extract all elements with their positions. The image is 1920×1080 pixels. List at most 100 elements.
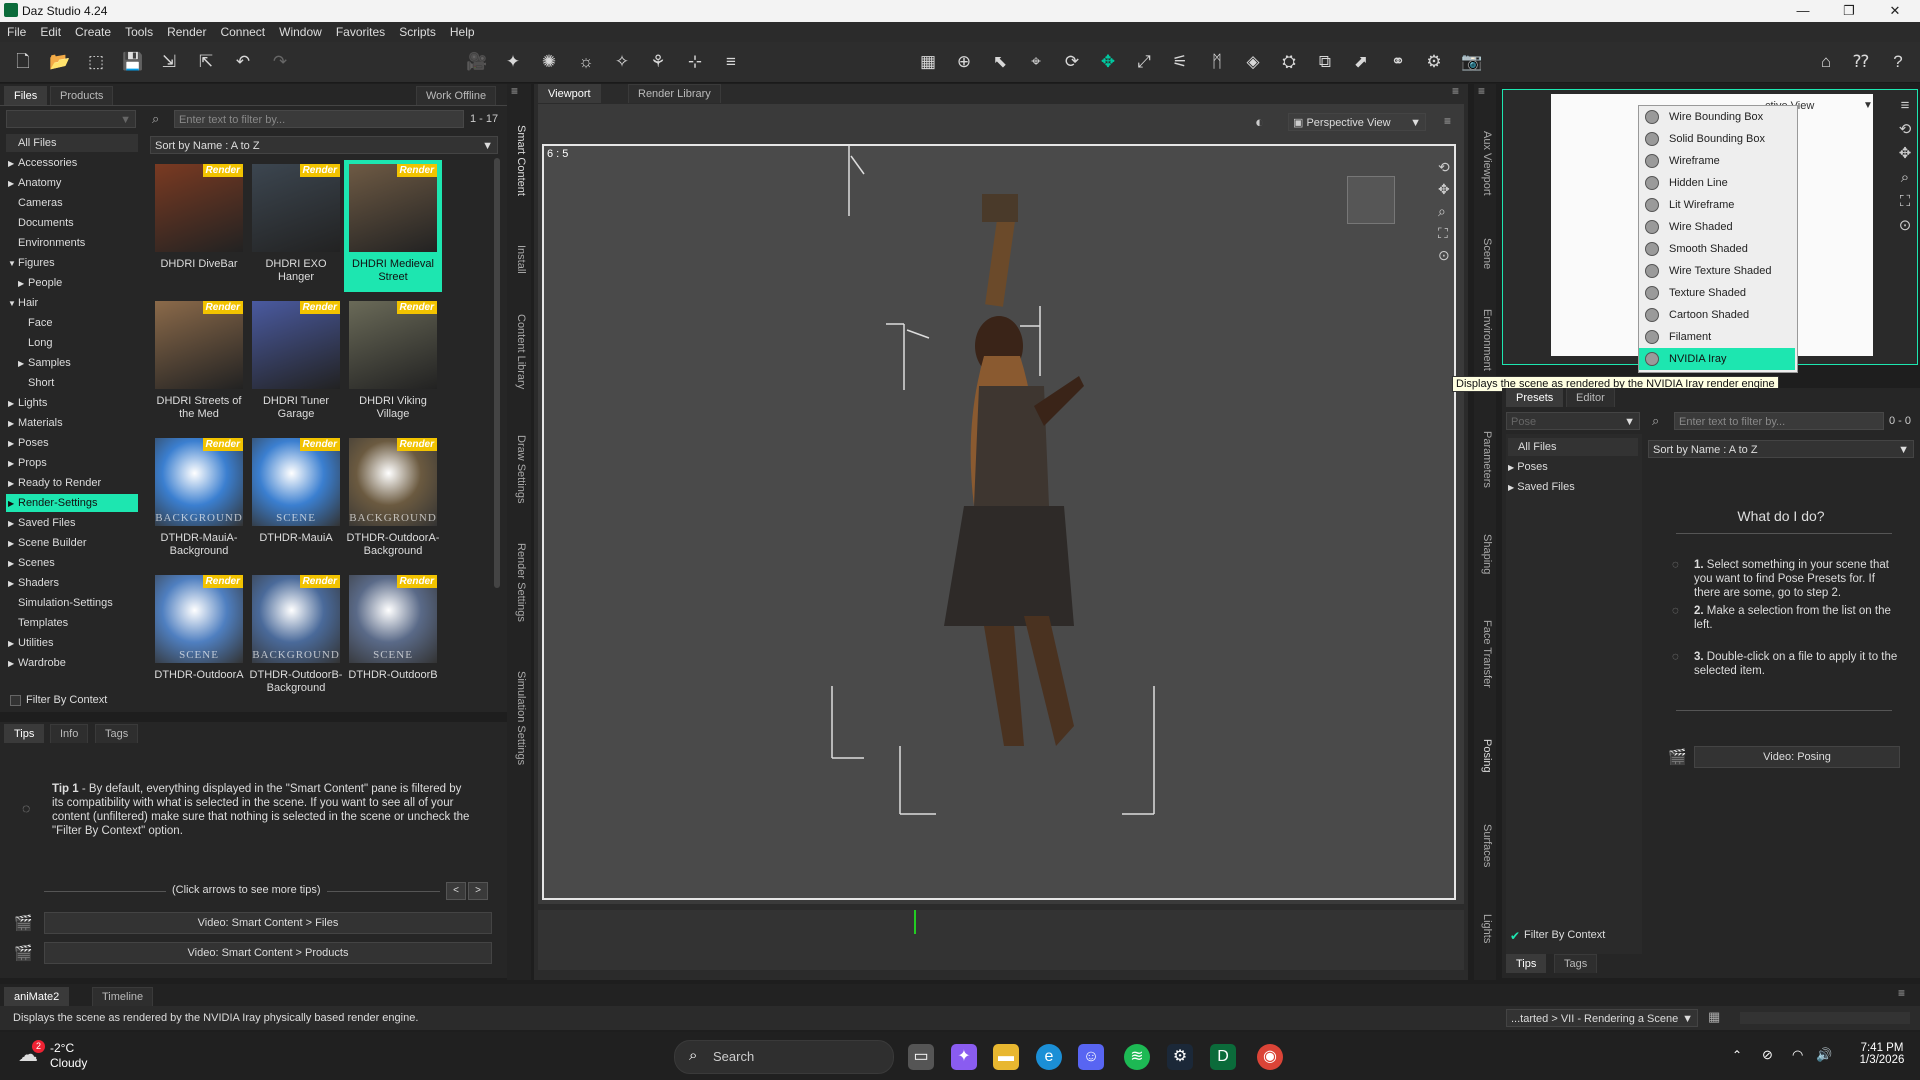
side-tab-draw-settings[interactable]: Draw Settings [511, 424, 527, 514]
render-settings-icon[interactable]: ⚙ [1422, 50, 1446, 74]
tab-tips[interactable]: Tips [4, 724, 45, 743]
menu-help[interactable]: Help [443, 22, 482, 39]
viewport-canvas[interactable]: ◐ ▣ Perspective View ▼ ≡ 6 : 5 ⟲ ✥ ⌕ ⛶ ⊙ [538, 104, 1464, 904]
content-thumbnail[interactable]: SCENE Render DTHDR-OutdoorA [150, 571, 248, 703]
tab-render-library[interactable]: Render Library [628, 84, 721, 103]
tray-chevron-icon[interactable]: ⌃ [1732, 1048, 1742, 1062]
zoom-icon[interactable]: ⌕ [1438, 200, 1450, 222]
pose-category-poses[interactable]: ▶ Poses [1508, 458, 1638, 476]
frame-icon[interactable]: ⛶ [1438, 222, 1450, 244]
category-item-utilities[interactable]: ▶ Utilities [6, 634, 138, 652]
side-tab-posing[interactable]: Posing [1477, 716, 1493, 796]
viewport-menu-icon[interactable]: ≡ [1444, 114, 1451, 128]
pane-menu-icon[interactable]: ≡ [1478, 84, 1485, 98]
category-item-face[interactable]: Face [6, 314, 138, 332]
draw-style-wire-bounding-box[interactable]: Wire Bounding Box [1639, 106, 1795, 128]
expand-arrow-icon[interactable]: ▶ [8, 475, 18, 493]
category-item-accessories[interactable]: ▶ Accessories [6, 154, 138, 172]
draw-style-filament[interactable]: Filament [1639, 326, 1795, 348]
side-tab-smart-content[interactable]: Smart Content [511, 120, 527, 200]
pane-menu-icon[interactable]: ≡ [1895, 94, 1915, 118]
menu-render[interactable]: Render [160, 22, 213, 39]
pane-menu-icon[interactable]: ≡ [1452, 84, 1459, 98]
expand-arrow-icon[interactable]: ▶ [8, 535, 18, 553]
filter-by-context-checkbox[interactable] [10, 695, 21, 706]
node-icon[interactable]: ⚘ [646, 50, 670, 74]
pose-category-saved-files[interactable]: ▶ Saved Files [1508, 478, 1638, 496]
whats-this-icon[interactable]: ⁇ [1849, 50, 1873, 74]
pane-menu-icon[interactable]: ≡ [511, 84, 518, 98]
expand-arrow-icon[interactable]: ▶ [8, 555, 18, 573]
menu-window[interactable]: Window [272, 22, 329, 39]
next-tip-button[interactable]: > [468, 882, 488, 900]
draw-style-wire-texture-shaded[interactable]: Wire Texture Shaded [1639, 260, 1795, 282]
edge-browser-icon[interactable]: e [1036, 1044, 1062, 1070]
pan-icon[interactable]: ✥ [1438, 178, 1450, 200]
merge-file-icon[interactable]: ⬚ [84, 50, 108, 74]
geometry-editor-icon[interactable]: ◈ [1241, 50, 1265, 74]
bank-icon[interactable]: ⊙ [1438, 244, 1450, 266]
preset-type-dropdown[interactable]: Pose ▼ [1506, 412, 1640, 430]
category-item-shaders[interactable]: ▶ Shaders [6, 574, 138, 592]
pose-sort-dropdown[interactable]: Sort by Name : A to Z ▼ [1648, 440, 1914, 458]
close-button[interactable]: ✕ [1872, 0, 1918, 22]
draw-style-hidden-line[interactable]: Hidden Line [1639, 172, 1795, 194]
category-item-environments[interactable]: Environments [6, 234, 138, 252]
tab-pose-tags[interactable]: Tags [1554, 954, 1598, 973]
menu-scripts[interactable]: Scripts [392, 22, 443, 39]
draw-style-texture-shaded[interactable]: Texture Shaded [1639, 282, 1795, 304]
expand-arrow-icon[interactable]: ▶ [18, 355, 28, 373]
copilot-icon[interactable]: ✦ [951, 1044, 977, 1070]
side-tab-face-transfer[interactable]: Face Transfer [1477, 604, 1493, 704]
draw-style-solid-bounding-box[interactable]: Solid Bounding Box [1639, 128, 1795, 150]
category-item-hair[interactable]: ▼ Hair [6, 294, 138, 312]
daz-studio-taskbar-icon[interactable]: D [1210, 1044, 1236, 1070]
side-tab-render-settings[interactable]: Render Settings [511, 532, 527, 632]
work-offline-button[interactable]: Work Offline [416, 86, 497, 105]
chrome-icon[interactable]: ◉ [1257, 1044, 1283, 1070]
export-icon[interactable]: ⇱ [194, 50, 218, 74]
view-cube[interactable] [1347, 176, 1395, 224]
tab-animate2[interactable]: aniMate2 [4, 987, 70, 1006]
category-item-documents[interactable]: Documents [6, 214, 138, 232]
joint-editor-icon[interactable]: ⚟ [1168, 50, 1192, 74]
menu-connect[interactable]: Connect [213, 22, 272, 39]
expand-arrow-icon[interactable]: ▶ [18, 275, 28, 293]
category-item-scene-builder[interactable]: ▶ Scene Builder [6, 534, 138, 552]
task-view-icon[interactable]: ▭ [908, 1044, 934, 1070]
content-thumbnail[interactable]: Render DHDRI Streets of the Med [150, 297, 248, 429]
select-tool-icon[interactable]: ⬉ [988, 50, 1012, 74]
category-item-saved-files[interactable]: ▶ Saved Files [6, 514, 138, 532]
search-input[interactable]: Enter text to filter by... [174, 110, 464, 128]
side-tab-environment[interactable]: Environment [1477, 300, 1493, 380]
expand-arrow-icon[interactable]: ▶ [8, 395, 18, 413]
menu-favorites[interactable]: Favorites [329, 22, 392, 39]
category-item-simulation-settings[interactable]: Simulation-Settings [6, 594, 138, 612]
null-icon[interactable]: ⊹ [683, 50, 707, 74]
discord-icon[interactable]: ☺ [1078, 1044, 1104, 1070]
content-thumbnail[interactable]: Render DHDRI Medieval Street [344, 160, 442, 292]
tab-pose-tips[interactable]: Tips [1506, 954, 1547, 973]
category-item-lights[interactable]: ▶ Lights [6, 394, 138, 412]
side-tab-scene[interactable]: Scene [1477, 224, 1493, 284]
content-thumbnail[interactable]: BACKGROUND Render DTHDR-MauiA-Background [150, 434, 248, 566]
content-type-dropdown[interactable]: ▼ [6, 110, 136, 128]
point-light-icon[interactable]: ✺ [537, 50, 561, 74]
expand-arrow-icon[interactable]: ▶ [8, 495, 18, 513]
category-item-all-files[interactable]: All Files [6, 134, 138, 152]
power-pose-icon[interactable]: ⚭ [1386, 50, 1410, 74]
universal-tool-icon[interactable]: ⊕ [952, 50, 976, 74]
pane-menu-icon[interactable]: ≡ [1898, 986, 1905, 1000]
category-item-ready-to-render[interactable]: ▶ Ready to Render [6, 474, 138, 492]
expand-arrow-icon[interactable]: ▶ [8, 575, 18, 593]
orbit-icon[interactable]: ⟲ [1895, 118, 1915, 142]
category-item-templates[interactable]: Templates [6, 614, 138, 632]
category-item-samples[interactable]: ▶ Samples [6, 354, 138, 372]
bank-icon[interactable]: ⊙ [1895, 214, 1915, 238]
category-item-props[interactable]: ▶ Props [6, 454, 138, 472]
category-item-poses[interactable]: ▶ Poses [6, 434, 138, 452]
wifi-icon[interactable]: ◠ [1792, 1047, 1803, 1063]
redo-icon[interactable]: ↷ [268, 50, 292, 74]
side-tab-shaping[interactable]: Shaping [1477, 514, 1493, 594]
region-nav-icon[interactable]: ⧉ [1313, 50, 1337, 74]
